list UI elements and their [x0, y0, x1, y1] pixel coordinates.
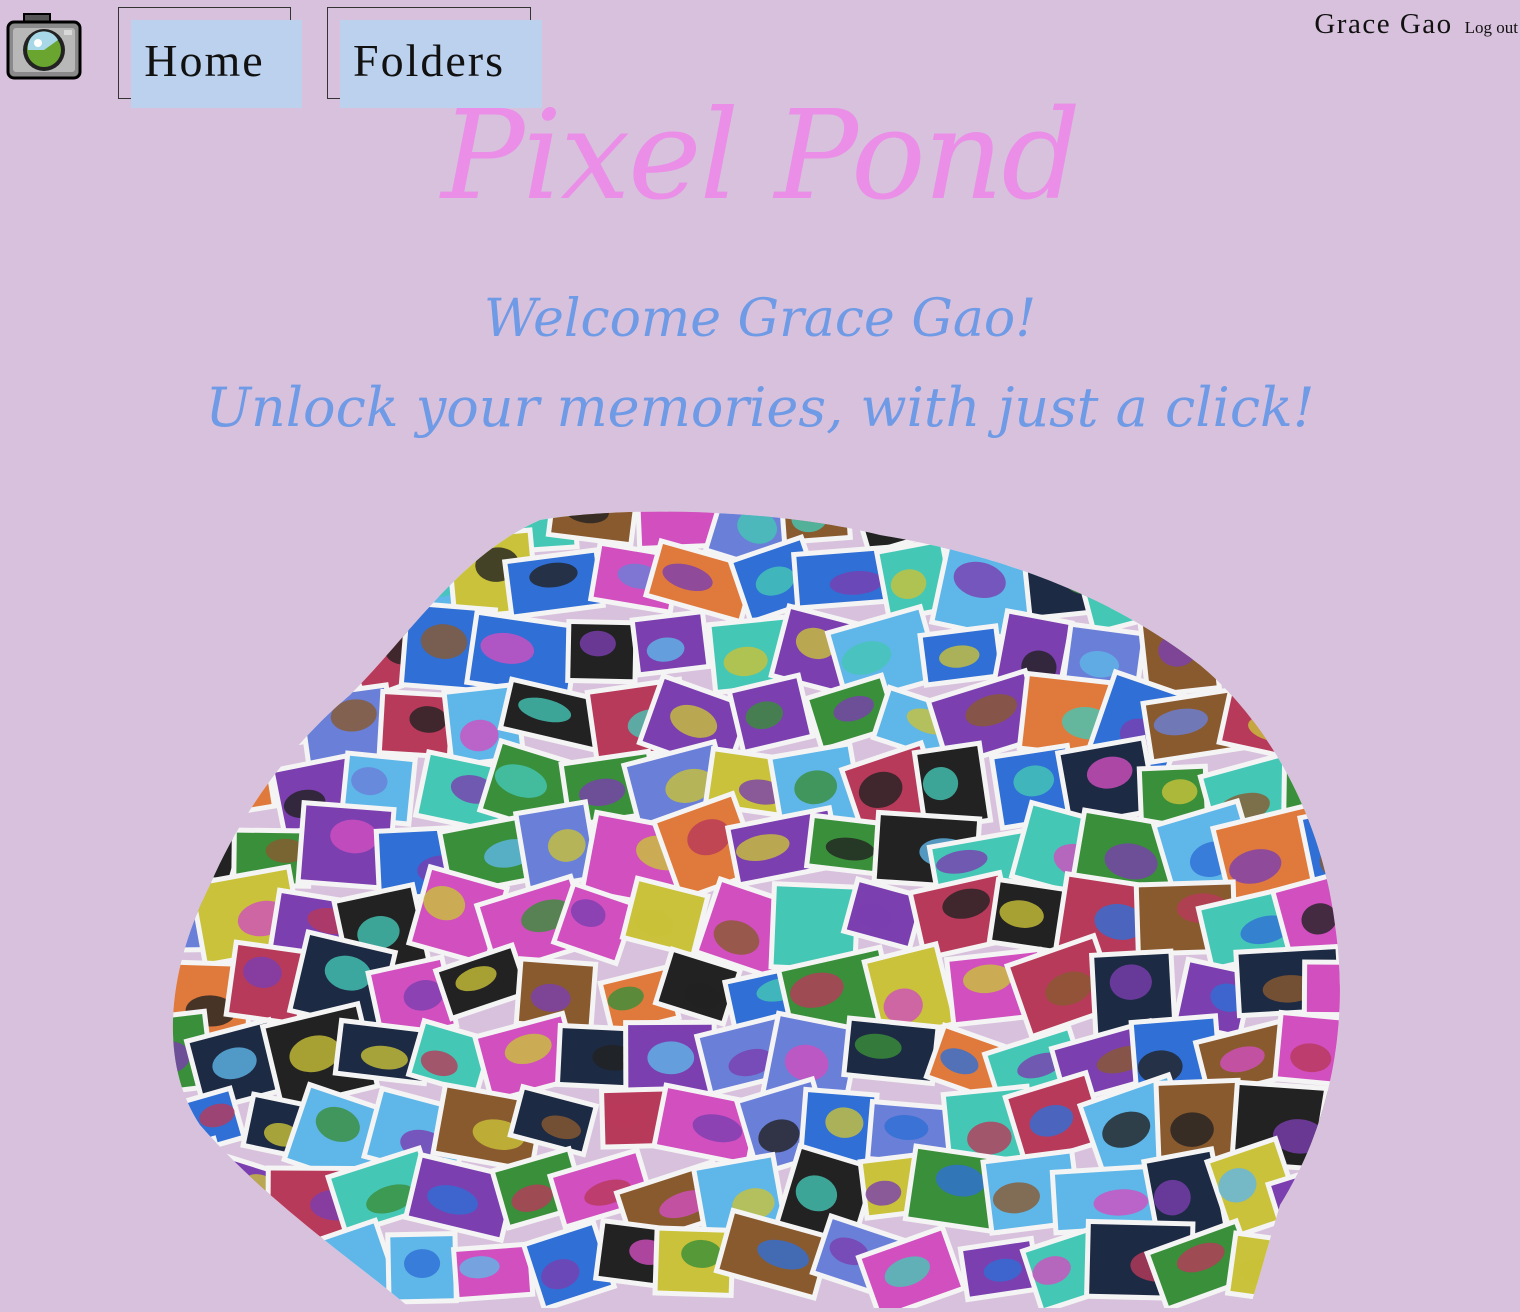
- photo-collage-image: [160, 505, 1360, 1308]
- camera-icon[interactable]: [4, 10, 84, 82]
- welcome-message: Welcome Grace Gao!: [483, 289, 1037, 349]
- logout-link[interactable]: Log out: [1465, 18, 1518, 38]
- user-name: Grace Gao: [1314, 8, 1453, 40]
- folders-button-label: Folders: [353, 35, 505, 86]
- home-button-label: Home: [144, 35, 265, 86]
- user-area: Grace Gao Log out: [1314, 8, 1518, 41]
- tagline: Unlock your memories, with just a click!: [205, 376, 1315, 439]
- page-title: Pixel Pond: [441, 84, 1081, 228]
- home-button[interactable]: Home: [118, 7, 302, 108]
